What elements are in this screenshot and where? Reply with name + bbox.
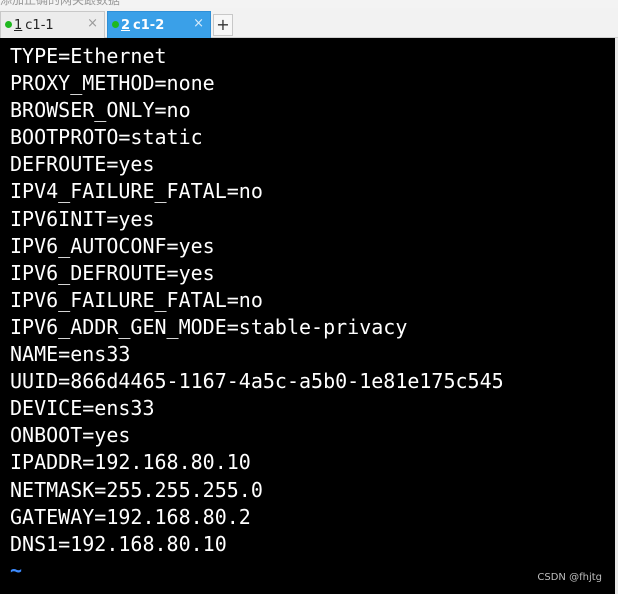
config-line: TYPE=Ethernet [10, 44, 167, 68]
config-line: IPV6_DEFROUTE=yes [10, 260, 215, 285]
config-line: NAME=ens33 [10, 342, 131, 367]
tab-label: c1-1 [25, 17, 54, 33]
connected-status-icon [112, 21, 119, 28]
config-line: IPV6_ADDR_GEN_MODE=stable-privacy [10, 314, 408, 339]
close-icon[interactable]: × [193, 16, 204, 31]
clipped-header-text: 添加正确的网关跟数据 [0, 0, 121, 7]
session-tab-bar: 1 c1-1 × 2 c1-2 × + [0, 8, 618, 38]
config-line: IPV6INIT=yes [10, 206, 155, 231]
config-line: IPV4_FAILURE_FATAL=no [10, 179, 263, 204]
config-line: DEVICE=ens33 [10, 396, 155, 421]
config-line: ONBOOT=yes [10, 423, 131, 448]
config-line: DNS1=192.168.80.10 [10, 531, 227, 556]
tab-number: 1 [14, 17, 23, 33]
tab-c1-1[interactable]: 1 c1-1 × [0, 11, 105, 38]
terminal-output[interactable]: TYPE=Ethernet PROXY_METHOD=none BROWSER_ON… [0, 38, 618, 594]
tab-label: c1-2 [133, 17, 165, 33]
terminal-window: 添加正确的网关跟数据 1 c1-1 × 2 c1-2 × + TYPE=Ethe… [0, 0, 618, 594]
config-line: BROWSER_ONLY=no [10, 98, 191, 123]
config-line: IPV6_FAILURE_FATAL=no [10, 287, 263, 312]
config-line: UUID=866d4465-1167-4a5c-a5b0-1e81e175c54… [10, 369, 504, 394]
config-line: IPV6_AUTOCONF=yes [10, 233, 215, 258]
connected-status-icon [5, 21, 12, 28]
tab-number: 2 [121, 17, 131, 33]
config-line: GATEWAY=192.168.80.2 [10, 504, 251, 529]
clipped-header-strip: 添加正确的网关跟数据 [0, 0, 618, 8]
config-lines: TYPE=Ethernet PROXY_METHOD=none BROWSER_ON… [10, 43, 504, 558]
config-line: NETMASK=255.255.255.0 [10, 477, 263, 502]
config-line: IPADDR=192.168.80.10 [10, 450, 251, 475]
config-line: BOOTPROTO=static [10, 125, 203, 150]
close-icon[interactable]: × [87, 16, 98, 31]
config-line: DEFROUTE=yes [10, 152, 155, 177]
config-line: PROXY_METHOD=none [10, 71, 215, 96]
watermark: CSDN @fhjtg [537, 572, 602, 583]
tab-c1-2[interactable]: 2 c1-2 × [107, 11, 211, 38]
empty-line-marker: ~ [10, 558, 23, 582]
new-tab-button[interactable]: + [213, 14, 233, 36]
